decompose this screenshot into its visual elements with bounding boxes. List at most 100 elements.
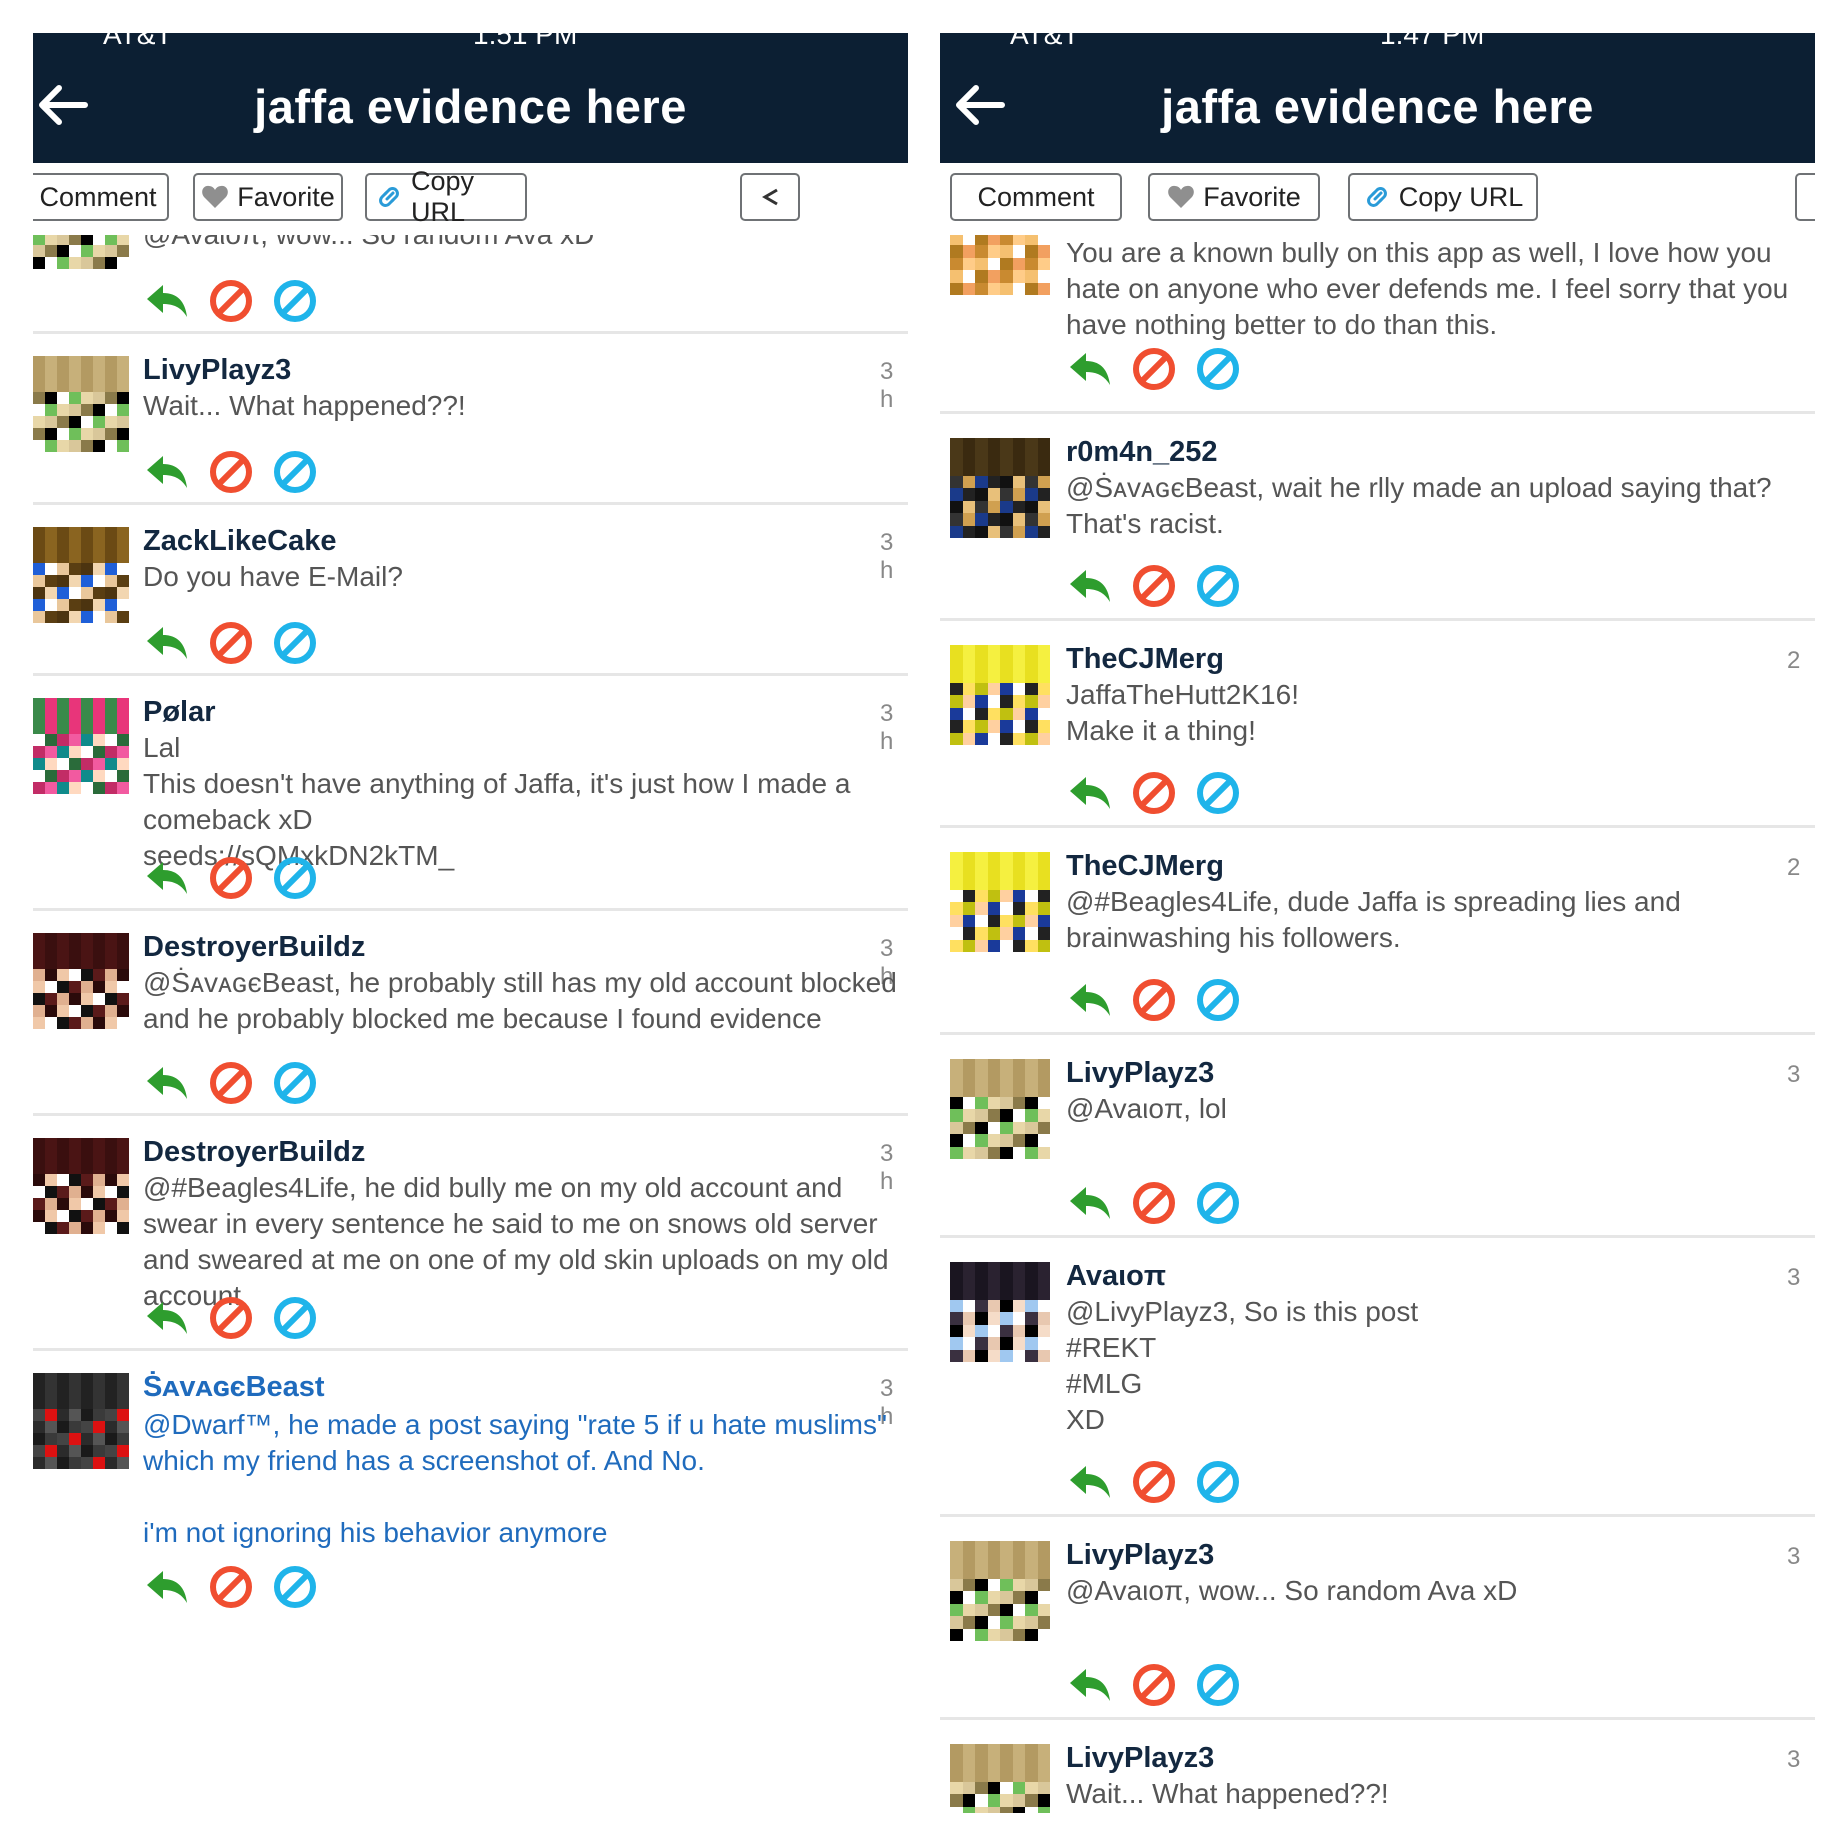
report-icon[interactable] <box>207 448 255 496</box>
report-icon[interactable] <box>1130 562 1178 610</box>
report-icon[interactable] <box>1130 769 1178 817</box>
block-icon[interactable] <box>1194 1458 1242 1506</box>
comment-text: @Dwarf™, he made a post saying "rate 5 i… <box>143 1409 887 1548</box>
reply-icon[interactable] <box>143 448 191 496</box>
block-icon[interactable] <box>271 619 319 667</box>
copy-url-button-label: Copy URL <box>411 166 475 227</box>
reply-icon[interactable] <box>1066 345 1114 393</box>
reply-icon[interactable] <box>1066 1179 1114 1227</box>
link-icon <box>379 187 399 207</box>
block-icon[interactable] <box>271 854 319 902</box>
comment-username[interactable]: TheCJMerg <box>1066 643 1224 676</box>
avatar[interactable] <box>33 235 129 269</box>
comment-text: @Avaιoπ, wow... So random Ava xD <box>1066 1575 1518 1606</box>
comment-actions <box>1066 1458 1242 1506</box>
comment-username[interactable]: ṠᴀᴠᴀɢєBeast <box>143 1371 325 1404</box>
report-icon[interactable] <box>1130 976 1178 1024</box>
copy-url-button-label: Copy URL <box>1398 181 1524 212</box>
comment-username[interactable]: LivyPlayz3 <box>1066 1539 1214 1572</box>
comment-actions <box>1066 345 1242 393</box>
link-icon <box>1366 187 1387 207</box>
comment-username[interactable]: LivyPlayz3 <box>1066 1057 1214 1090</box>
copy-url-button[interactable]: Copy URL <box>365 166 527 227</box>
block-icon[interactable] <box>1194 562 1242 610</box>
block-icon[interactable] <box>1194 1179 1242 1227</box>
carrier-label: AT&T <box>1010 33 1080 50</box>
reply-icon[interactable] <box>1066 976 1114 1024</box>
comment-username[interactable]: LivyPlayz3 <box>143 354 291 387</box>
comment-username[interactable]: TheCJMerg <box>1066 850 1224 883</box>
block-icon[interactable] <box>271 448 319 496</box>
action-toolbar: Comment Favorite Copy URL <box>940 173 1815 235</box>
report-icon[interactable] <box>1130 1661 1178 1709</box>
comment-item: ZackLikeCake 3 h Do you have E-Mail? <box>33 505 908 676</box>
avatar[interactable] <box>950 1744 1050 1813</box>
comment-button[interactable]: Comment <box>950 173 1122 221</box>
share-button[interactable] <box>740 173 800 221</box>
comment-username[interactable]: LivyPlayz3 <box>1066 1742 1214 1775</box>
block-icon[interactable] <box>271 1294 319 1342</box>
comment-username[interactable]: ZackLikeCake <box>143 525 336 558</box>
comment-text: Lal This doesn't have anything of Jaffa,… <box>143 732 851 871</box>
avatar[interactable] <box>33 933 129 1029</box>
comment-text: @Avaιoπ, lol <box>1066 1093 1227 1124</box>
comment-username[interactable]: Avaιoπ <box>1066 1260 1166 1293</box>
block-icon[interactable] <box>1194 345 1242 393</box>
comment-actions <box>143 1294 319 1342</box>
avatar[interactable] <box>950 852 1050 952</box>
block-icon[interactable] <box>1194 769 1242 817</box>
report-icon[interactable] <box>207 1059 255 1107</box>
comment-item: You are a known bully on this app as wel… <box>940 235 1815 414</box>
block-icon[interactable] <box>271 277 319 325</box>
report-icon[interactable] <box>207 1563 255 1611</box>
report-icon[interactable] <box>207 854 255 902</box>
block-icon[interactable] <box>271 1563 319 1611</box>
favorite-button[interactable]: Favorite <box>1148 173 1320 221</box>
copy-url-button[interactable]: Copy URL <box>1348 173 1538 221</box>
reply-icon[interactable] <box>143 1294 191 1342</box>
avatar[interactable] <box>33 527 129 623</box>
reply-icon[interactable] <box>1066 1661 1114 1709</box>
reply-icon[interactable] <box>143 277 191 325</box>
avatar[interactable] <box>950 645 1050 745</box>
report-icon[interactable] <box>1130 1179 1178 1227</box>
share-button[interactable] <box>1795 173 1815 221</box>
avatar[interactable] <box>950 1541 1050 1641</box>
comment-username[interactable]: DestroyerBuildz <box>143 931 365 964</box>
reply-icon[interactable] <box>1066 1458 1114 1506</box>
report-icon[interactable] <box>1130 1458 1178 1506</box>
reply-icon[interactable] <box>143 1059 191 1107</box>
reply-icon[interactable] <box>1066 562 1114 610</box>
avatar[interactable] <box>33 698 129 794</box>
report-icon[interactable] <box>207 277 255 325</box>
comment-item: DestroyerBuildz 3 h @ṠᴀᴠᴀɢєBeast, he pro… <box>33 911 908 1116</box>
avatar[interactable] <box>950 235 1050 295</box>
avatar[interactable] <box>950 1262 1050 1362</box>
block-icon[interactable] <box>1194 976 1242 1024</box>
block-icon[interactable] <box>1194 1661 1242 1709</box>
heart-icon <box>1168 185 1195 208</box>
favorite-button[interactable]: Favorite <box>193 173 343 221</box>
reply-icon[interactable] <box>1066 769 1114 817</box>
comment-username[interactable]: Pølar <box>143 696 216 729</box>
avatar[interactable] <box>950 438 1050 538</box>
report-icon[interactable] <box>207 1294 255 1342</box>
comment-actions <box>143 1563 319 1611</box>
report-icon[interactable] <box>1130 345 1178 393</box>
block-icon[interactable] <box>271 1059 319 1107</box>
comment-time: 3 <box>1787 1264 1801 1291</box>
reply-icon[interactable] <box>143 854 191 902</box>
comment-item: LivyPlayz3 3 @Avaιoπ, wow... So random A… <box>940 1517 1815 1720</box>
report-icon[interactable] <box>207 619 255 667</box>
comment-username[interactable]: DestroyerBuildz <box>143 1136 365 1169</box>
reply-icon[interactable] <box>143 1563 191 1611</box>
comment-item: LivyPlayz3 3 h Wait... What happened??! <box>33 334 908 505</box>
avatar[interactable] <box>33 1373 129 1469</box>
clock-label: 1:51 PM <box>473 33 578 50</box>
avatar[interactable] <box>33 356 129 452</box>
comment-username[interactable]: r0m4n_252 <box>1066 436 1218 469</box>
avatar[interactable] <box>950 1059 1050 1159</box>
avatar[interactable] <box>33 1138 129 1234</box>
comment-button[interactable]: Comment <box>33 173 169 221</box>
reply-icon[interactable] <box>143 619 191 667</box>
